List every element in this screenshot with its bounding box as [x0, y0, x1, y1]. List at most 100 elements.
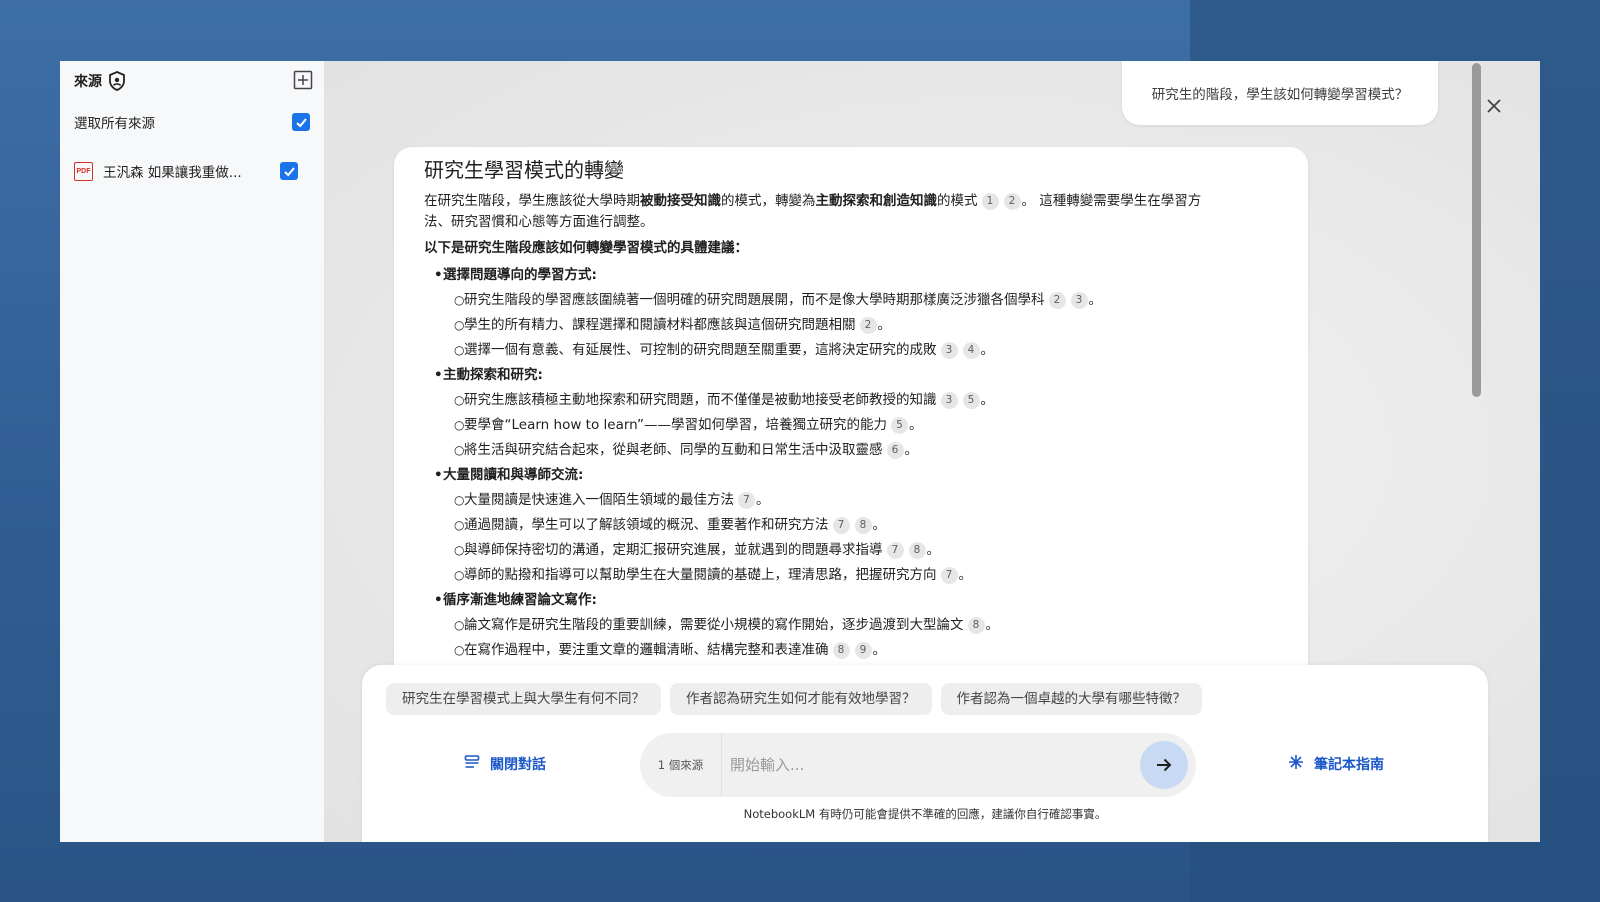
sub-bullet: ○	[454, 543, 465, 557]
sources-sidebar: 來源 選取所有來源 PDF 王汎森 如果讓我重做...	[60, 61, 325, 842]
bullet-dot: •	[434, 592, 443, 608]
answer-section-heading: •主動探索和研究:	[424, 363, 1278, 388]
chat-list-icon	[464, 754, 480, 774]
citation-badge[interactable]: 8	[854, 517, 872, 534]
suggestion-chip[interactable]: 作者認為一個卓越的大學有哪些特徵？	[940, 683, 1202, 715]
citation-badge[interactable]: 7	[738, 492, 755, 509]
list-item-text: 論文寫作是研究生階段的重要訓練，需要從小規模的寫作開始，逐步過渡到大型論文	[464, 617, 964, 633]
citation-badge[interactable]: 7	[886, 542, 904, 559]
citation-badge[interactable]: 4	[962, 342, 980, 359]
period: 。	[756, 492, 770, 508]
citation-badge[interactable]: 9	[854, 642, 872, 659]
sub-bullet: ○	[454, 393, 465, 407]
answer-list-item: ○學生的所有精力、課程選擇和閱讀材料都應該與這個研究問題相關 2。	[424, 313, 1278, 338]
shield-icon[interactable]	[108, 71, 126, 91]
list-item-text: 在寫作過程中，要注重文章的邏輯清晰、結構完整和表達准确	[464, 642, 829, 658]
period: 。	[985, 617, 1000, 633]
sub-bullet: ○	[454, 443, 465, 457]
period: 。	[980, 342, 995, 358]
close-chat-button[interactable]: 關閉對話	[464, 754, 546, 774]
period: 。	[958, 567, 973, 583]
list-item-text: 大量閱讀是快速進入一個陌生領域的最佳方法	[464, 492, 734, 508]
citation-badge[interactable]: 7	[940, 567, 958, 584]
sub-bullet: ○	[454, 493, 465, 507]
period: 。	[980, 392, 995, 408]
citation-badge[interactable]: 8	[832, 642, 850, 659]
answer-list-item: ○要學會“Learn how to learn”——學習如何學習，培養獨立研究的…	[424, 413, 1278, 438]
citation-badge[interactable]: 7	[832, 517, 850, 534]
period: 。	[872, 642, 887, 658]
citation-badge[interactable]: 8	[908, 542, 926, 559]
answer-card: 研究生學習模式的轉變 在研究生階段，學生應該從大學時期被動接受知識的模式，轉變為…	[394, 147, 1308, 687]
citation-badge[interactable]: 3	[940, 342, 958, 359]
answer-section-heading: •大量閱讀和與導師交流:	[424, 463, 1278, 488]
list-item-text: 通過閱讀，學生可以了解該領域的概況、重要著作和研究方法	[464, 517, 829, 533]
answer-content: 研究生學習模式的轉變 在研究生階段，學生應該從大學時期被動接受知識的模式，轉變為…	[394, 147, 1308, 663]
source-name: 王汎森 如果讓我重做...	[103, 165, 242, 181]
citation-badge[interactable]: 2	[1048, 292, 1066, 309]
chat-area: 研究生的階段，學生該如何轉變學習模式？ 研究生學習模式的轉變 在研究生階段，學生…	[325, 61, 1540, 842]
answer-list-item: ○研究生應該積極主動地探索和研究問題，而不僅僅是被動地接受老師教授的知識 3 5。	[424, 388, 1278, 413]
sub-bullet: ○	[454, 318, 465, 332]
scrollbar[interactable]	[1469, 61, 1483, 665]
answer-intro: 在研究生階段，學生應該從大學時期被動接受知識的模式，轉變為主動探索和創造知識的模…	[424, 193, 1202, 230]
period: 。	[908, 417, 923, 433]
source-item[interactable]: PDF 王汎森 如果讓我重做...	[74, 157, 298, 185]
chat-input[interactable]	[722, 745, 1140, 785]
sub-bullet: ○	[454, 293, 465, 307]
answer-section-heading: •循序漸進地練習論文寫作:	[424, 588, 1278, 613]
sub-bullet: ○	[454, 518, 465, 532]
citation-badge[interactable]: 6	[886, 442, 904, 459]
source-count-badge[interactable]: 1 個來源	[640, 733, 722, 797]
list-item-text: 選擇一個有意義、有延展性、可控制的研究問題至關重要，這將決定研究的成敗	[464, 342, 937, 358]
period: 。	[926, 542, 941, 558]
answer-lead: 以下是研究生階段應該如何轉變學習模式的具體建議：	[424, 240, 748, 256]
select-all-checkbox[interactable]	[292, 113, 310, 131]
citation-badge[interactable]: 2	[1003, 193, 1021, 210]
list-item-text: 將生活與研究結合起來，從與老師、同學的互動和日常生活中汲取靈感	[464, 442, 883, 458]
select-all-row[interactable]: 選取所有來源	[74, 111, 310, 133]
answer-list-item: ○研究生階段的學習應該圍繞著一個明確的研究問題展開，而不是像大學時期那樣廣泛涉獵…	[424, 288, 1278, 313]
select-all-label: 選取所有來源	[74, 116, 155, 132]
pdf-icon: PDF	[74, 161, 93, 181]
close-chat-label: 關閉對話	[490, 757, 546, 773]
close-icon[interactable]	[1486, 98, 1502, 118]
citation-badge[interactable]: 2	[859, 317, 877, 334]
period: 。	[877, 317, 892, 333]
suggestion-chips: 研究生在學習模式上與大學生有何不同？ 作者認為研究生如何才能有效地學習？ 作者認…	[386, 683, 1202, 715]
suggestion-chip[interactable]: 研究生在學習模式上與大學生有何不同？	[386, 683, 661, 715]
suggestion-chip[interactable]: 作者認為研究生如何才能有效地學習？	[670, 683, 932, 715]
section-heading-text: 主動探索和研究:	[443, 367, 543, 383]
answer-list-item: ○選擇一個有意義、有延展性、可控制的研究問題至關重要，這將決定研究的成敗 3 4。	[424, 338, 1278, 363]
citation-badge[interactable]: 1	[981, 193, 999, 210]
citation-badge[interactable]: 3	[1070, 292, 1088, 309]
list-item-text: 導師的點撥和指導可以幫助學生在大量閱讀的基礎上，理清思路，把握研究方向	[464, 567, 937, 583]
answer-list-item: ○與導師保持密切的溝通，定期汇报研究進展，並就遇到的問題尋求指導 7 8。	[424, 538, 1278, 563]
list-item-text: 學生的所有精力、課程選擇和閱讀材料都應該與這個研究問題相關	[464, 317, 856, 333]
section-heading-text: 選擇問題導向的學習方式:	[443, 267, 597, 283]
answer-section-heading: •選擇問題導向的學習方式:	[424, 263, 1278, 288]
period: 。	[904, 442, 919, 458]
notebook-guide-button[interactable]: 筆記本指南	[1288, 754, 1384, 774]
source-checkbox[interactable]	[280, 162, 298, 180]
section-heading-text: 循序漸進地練習論文寫作:	[443, 592, 597, 608]
add-source-icon[interactable]	[293, 70, 313, 94]
bullet-dot: •	[434, 267, 443, 283]
scrollbar-thumb[interactable]	[1472, 63, 1481, 397]
input-panel: 研究生在學習模式上與大學生有何不同？ 作者認為研究生如何才能有效地學習？ 作者認…	[362, 665, 1488, 842]
send-button[interactable]	[1140, 741, 1188, 789]
list-item-text: 研究生階段的學習應該圍繞著一個明確的研究問題展開，而不是像大學時期那樣廣泛涉獵各…	[464, 292, 1045, 308]
answer-list-item: ○論文寫作是研究生階段的重要訓練，需要從小規模的寫作開始，逐步過渡到大型論文 8。	[424, 613, 1278, 638]
citation-badge[interactable]: 8	[967, 617, 985, 634]
disclaimer-text: NotebookLM 有時仍可能會提供不準確的回應，建議你自行確認事實。	[743, 807, 1107, 821]
sub-bullet: ○	[454, 343, 465, 357]
answer-list-item: ○大量閱讀是快速進入一個陌生領域的最佳方法 7。	[424, 488, 1278, 513]
citation-badge[interactable]: 5	[962, 392, 980, 409]
answer-sections: •選擇問題導向的學習方式: ○研究生階段的學習應該圍繞著一個明確的研究問題展開，而…	[424, 263, 1278, 663]
citation-badge[interactable]: 5	[890, 417, 908, 434]
bullet-dot: •	[434, 467, 443, 483]
citation-badge[interactable]: 3	[940, 392, 958, 409]
sub-bullet: ○	[454, 418, 465, 432]
chat-input-container: 1 個來源	[640, 733, 1196, 797]
sparkle-icon	[1288, 754, 1304, 774]
